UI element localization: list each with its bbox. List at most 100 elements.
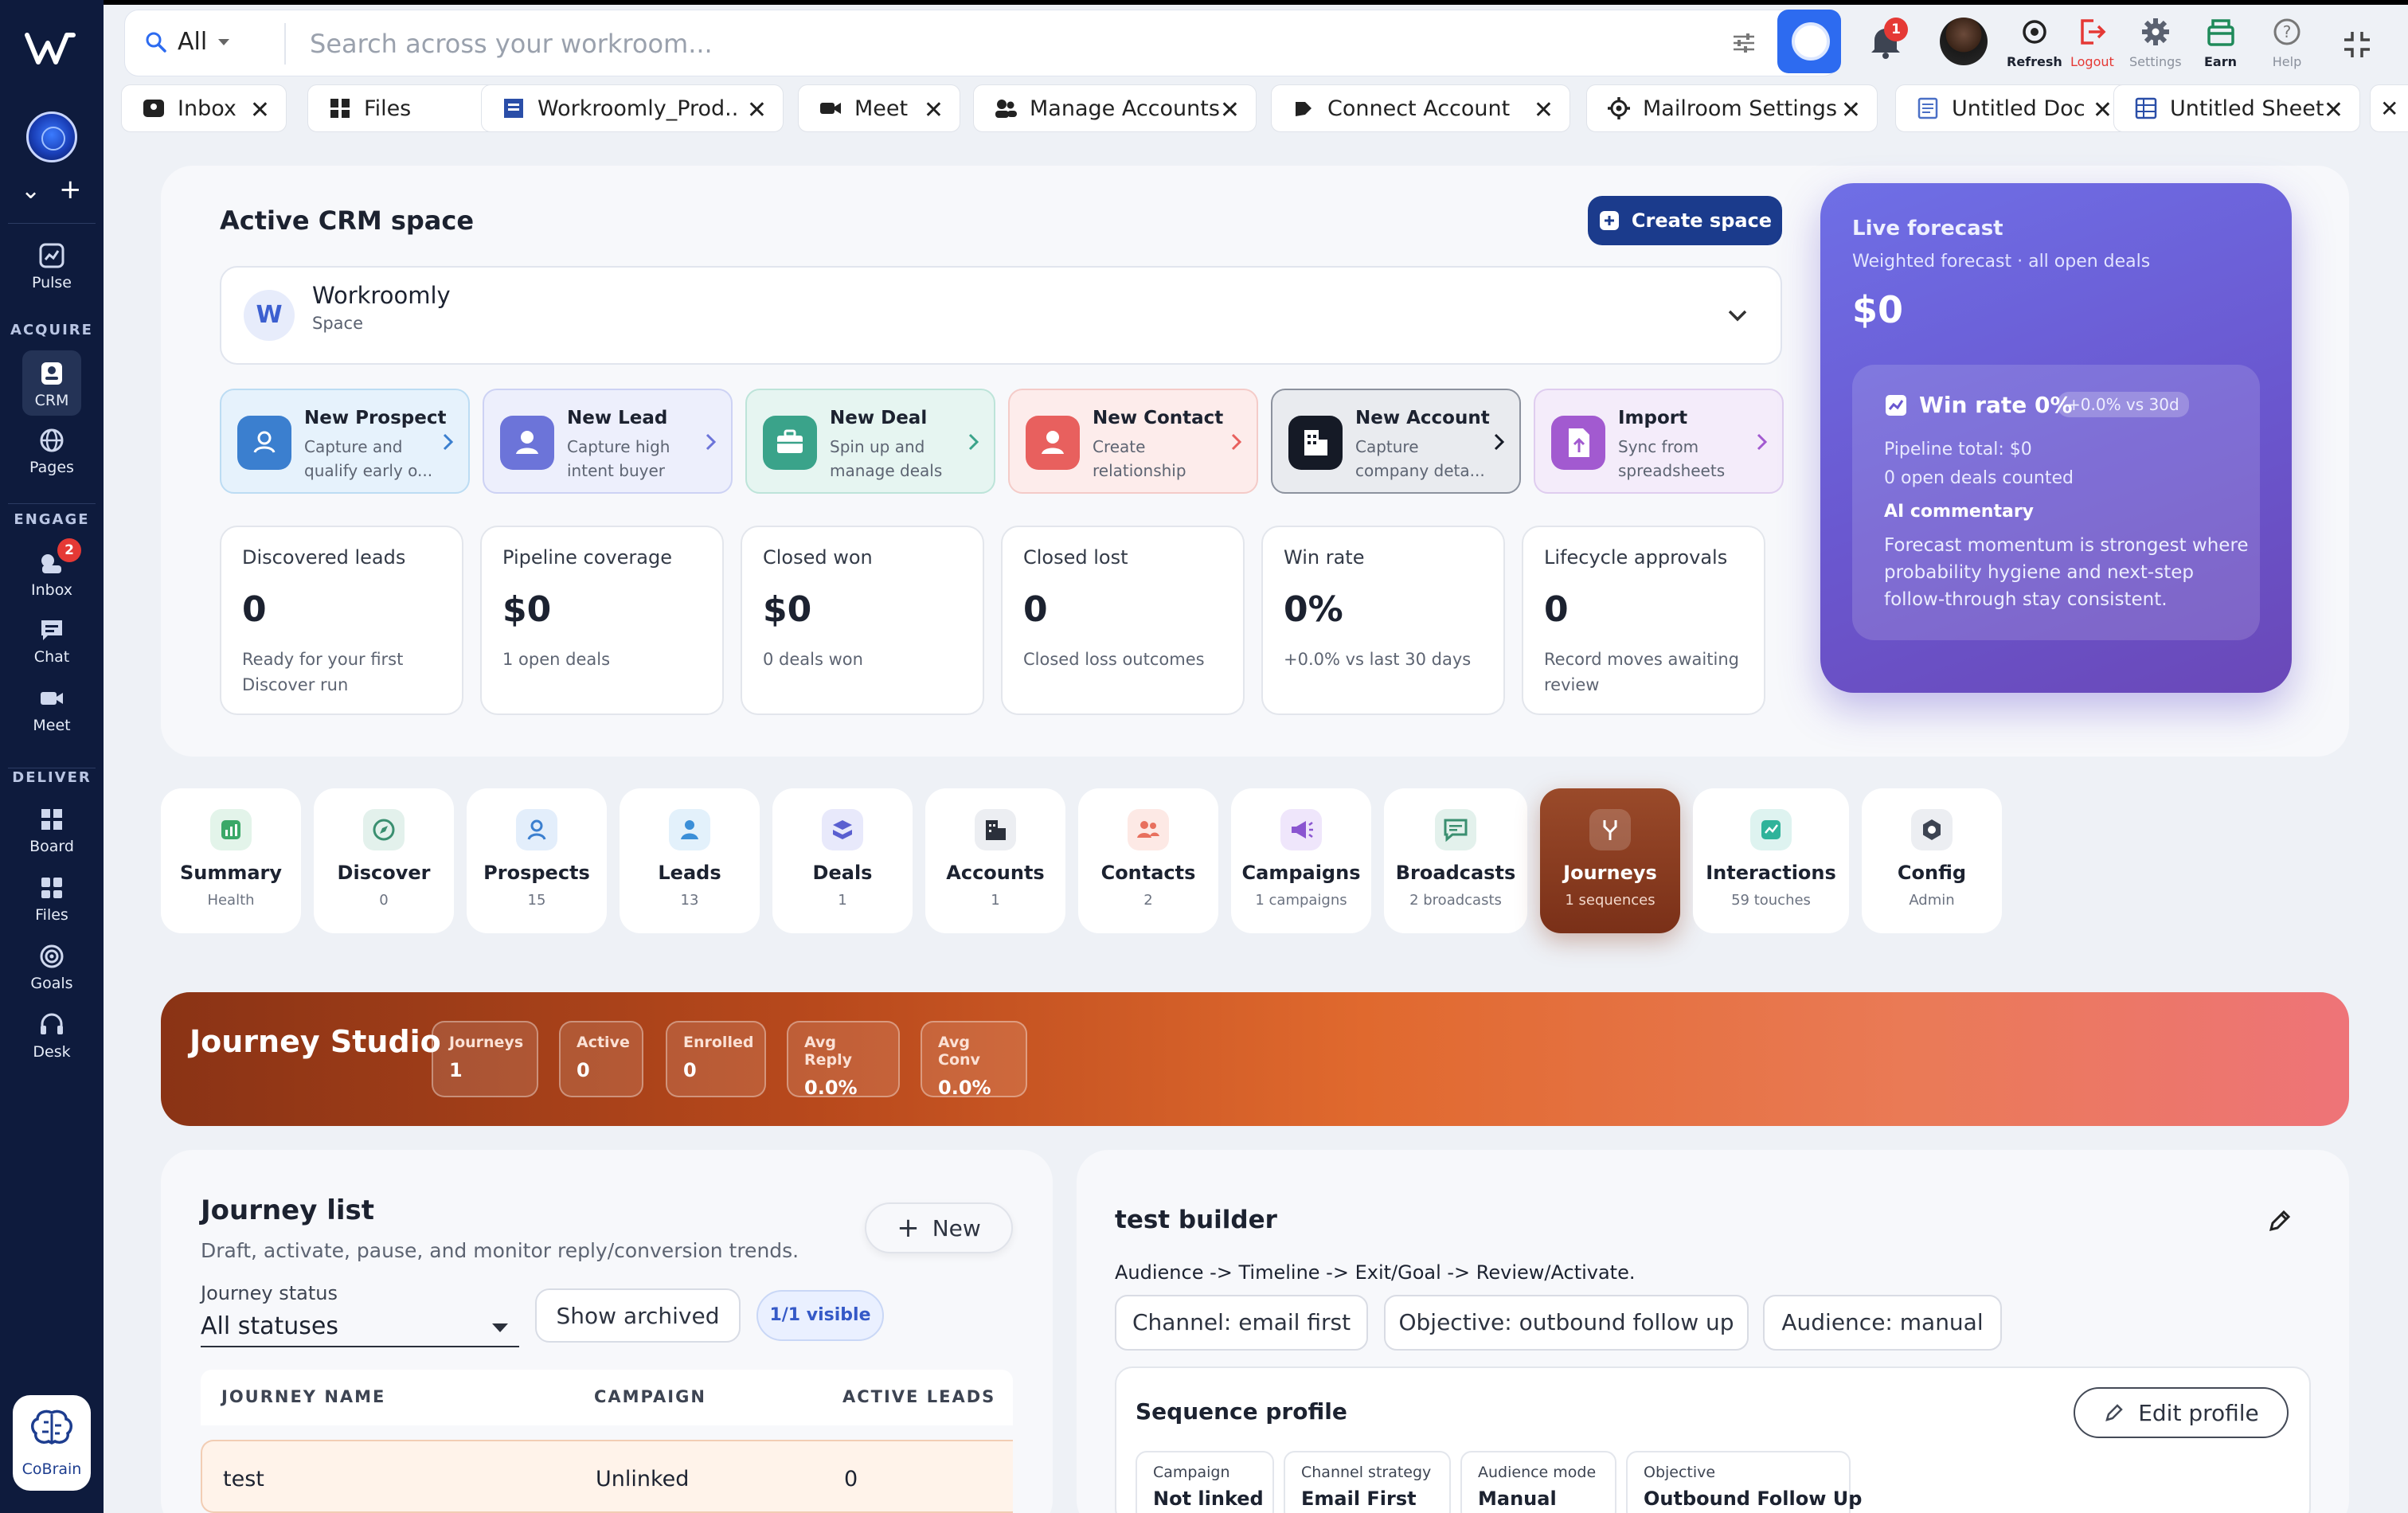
filter-sliders-icon[interactable]	[1730, 29, 1757, 57]
chevron-down-icon[interactable]: ⌄	[21, 177, 41, 205]
megaphone-icon	[1280, 809, 1322, 850]
sidebar-item-goals[interactable]: Goals	[0, 943, 104, 992]
stat-value: 0%	[1284, 589, 1343, 630]
open-deals-count: 0 open deals counted	[1884, 468, 2074, 488]
sidebar-item-desk[interactable]: Desk	[0, 1011, 104, 1061]
workspace-avatar[interactable]	[26, 111, 77, 162]
sidebar-item-pulse[interactable]: Pulse	[0, 242, 104, 291]
tab-untitled-sheet[interactable]: Untitled Sheet ✕	[2113, 84, 2360, 132]
tab-meet[interactable]: Meet ✕	[798, 84, 960, 132]
help-button[interactable]: ? Help	[2271, 16, 2303, 69]
module-config[interactable]: Config Admin	[1862, 788, 2002, 933]
action-description: Capture high intent buyer	[567, 437, 670, 480]
builder-title: test builder	[1115, 1206, 1277, 1234]
trend-chart-icon	[1886, 394, 1906, 416]
module-discover[interactable]: Discover 0	[314, 788, 454, 933]
channel-chip[interactable]: Channel: email first	[1115, 1295, 1368, 1351]
tab-label: Files	[364, 96, 412, 121]
section-deliver: DELIVER	[12, 769, 92, 786]
tab-workroomly-prod[interactable]: Workroomly_Prod... ✕	[481, 84, 784, 132]
module-prospects[interactable]: Prospects 15	[467, 788, 607, 933]
module-contacts[interactable]: Contacts 2	[1078, 788, 1218, 933]
sidebar-item-meet[interactable]: Meet	[0, 685, 104, 734]
module-campaigns[interactable]: Campaigns 1 campaigns	[1231, 788, 1371, 933]
new-account-action[interactable]: New Account Capture company deta...	[1271, 389, 1521, 494]
import-file-icon	[1551, 416, 1605, 470]
user-profile-avatar[interactable]	[1940, 18, 1988, 65]
sidebar-item-inbox[interactable]: 2 Inbox	[0, 538, 104, 599]
close-icon[interactable]: ✕	[1534, 96, 1554, 124]
crm-icon	[41, 362, 62, 385]
close-icon[interactable]: ✕	[1841, 96, 1861, 124]
chip-label: Active	[577, 1034, 630, 1051]
audience-chip[interactable]: Audience: manual	[1763, 1295, 2002, 1351]
close-icon[interactable]: ✕	[2324, 96, 2344, 124]
collapse-icon[interactable]	[2340, 27, 2375, 62]
sidebar-item-chat[interactable]: Chat	[0, 616, 104, 666]
module-journeys[interactable]: Journeys 1 sequences	[1540, 788, 1680, 933]
close-icon[interactable]: ✕	[2093, 96, 2113, 124]
close-icon[interactable]: ✕	[2380, 96, 2398, 122]
notifications-button[interactable]: 1	[1867, 18, 1908, 64]
module-summary[interactable]: Summary Health	[161, 788, 301, 933]
new-deal-action[interactable]: New Deal Spin up and manage deals	[745, 389, 995, 494]
sidebar-item-crm[interactable]: CRM	[0, 350, 104, 416]
close-icon[interactable]: ✕	[250, 96, 270, 124]
table-row[interactable]: test Unlinked 0	[201, 1440, 1013, 1513]
svg-text:?: ?	[2283, 22, 2292, 41]
lead-icon	[500, 416, 554, 470]
import-action[interactable]: Import Sync from spreadsheets	[1534, 389, 1784, 494]
cobrain-button[interactable]: CoBrain	[13, 1395, 91, 1491]
module-interactions[interactable]: Interactions 59 touches	[1693, 788, 1849, 933]
search-submit-button[interactable]	[1777, 10, 1841, 73]
sidebar-item-board[interactable]: Board	[0, 806, 104, 855]
space-selector[interactable]: W Workroomly Space	[220, 266, 1782, 365]
new-contact-action[interactable]: New Contact Create relationship	[1008, 389, 1258, 494]
tab-manage-accounts[interactable]: Manage Accounts ✕	[973, 84, 1257, 132]
logout-button[interactable]: Logout	[2070, 16, 2114, 69]
add-icon[interactable]: +	[59, 174, 82, 205]
gear-icon	[1608, 97, 1630, 119]
prospect-icon	[516, 809, 557, 850]
module-broadcasts[interactable]: Broadcasts 2 broadcasts	[1384, 788, 1527, 933]
tab-overflow[interactable]: ✕	[2370, 84, 2408, 132]
tab-mailroom-settings[interactable]: Mailroom Settings ✕	[1586, 84, 1878, 132]
objective-chip[interactable]: Objective: outbound follow up	[1384, 1295, 1749, 1351]
action-title: New Contact	[1093, 408, 1224, 428]
module-deals[interactable]: Deals 1	[772, 788, 913, 933]
new-journey-button[interactable]: + New	[865, 1202, 1013, 1253]
module-title: Config	[1897, 862, 1967, 884]
plus-square-icon	[1599, 211, 1619, 230]
show-archived-button[interactable]: Show archived	[535, 1288, 741, 1343]
search-scope-select[interactable]: All	[144, 28, 231, 56]
profile-item-audience-mode: Audience mode Manual	[1460, 1451, 1616, 1513]
module-accounts[interactable]: Accounts 1	[925, 788, 1065, 933]
close-icon[interactable]: ✕	[1220, 96, 1240, 124]
workroomly-logo-icon[interactable]	[24, 29, 80, 68]
inbox-badge: 2	[57, 538, 81, 562]
new-lead-action[interactable]: New Lead Capture high intent buyer	[483, 389, 733, 494]
pencil-icon[interactable]	[2266, 1207, 2293, 1234]
close-icon[interactable]: ✕	[747, 96, 767, 124]
journey-status-select[interactable]: All statuses	[201, 1309, 519, 1347]
tab-untitled-doc[interactable]: Untitled Doc ✕	[1895, 84, 2129, 132]
edit-profile-button[interactable]: Edit profile	[2074, 1387, 2289, 1438]
settings-button[interactable]: Settings	[2129, 16, 2182, 69]
new-prospect-action[interactable]: New Prospect Capture and qualify early o…	[220, 389, 470, 494]
search-scope-value: All	[178, 28, 208, 56]
module-title: Deals	[812, 862, 873, 884]
module-leads[interactable]: Leads 13	[620, 788, 760, 933]
refresh-button[interactable]: Refresh	[2007, 16, 2062, 69]
profile-item-objective: Objective Outbound Follow Up	[1626, 1451, 1862, 1513]
forecast-subtitle: Weighted forecast · all open deals	[1852, 252, 2151, 272]
chip-label: Enrolled	[683, 1034, 754, 1051]
create-space-button[interactable]: Create space	[1588, 196, 1782, 245]
close-icon[interactable]: ✕	[924, 96, 944, 124]
earn-button[interactable]: Earn	[2204, 16, 2237, 69]
sidebar-item-pages[interactable]: Pages	[0, 427, 104, 476]
search-input[interactable]	[310, 23, 1727, 65]
sidebar-item-files[interactable]: Files	[0, 874, 104, 924]
tab-inbox[interactable]: Inbox ✕	[121, 84, 287, 132]
tab-connect-account[interactable]: Connect Account ✕	[1271, 84, 1570, 132]
sidebar-item-label: Inbox	[31, 581, 72, 599]
